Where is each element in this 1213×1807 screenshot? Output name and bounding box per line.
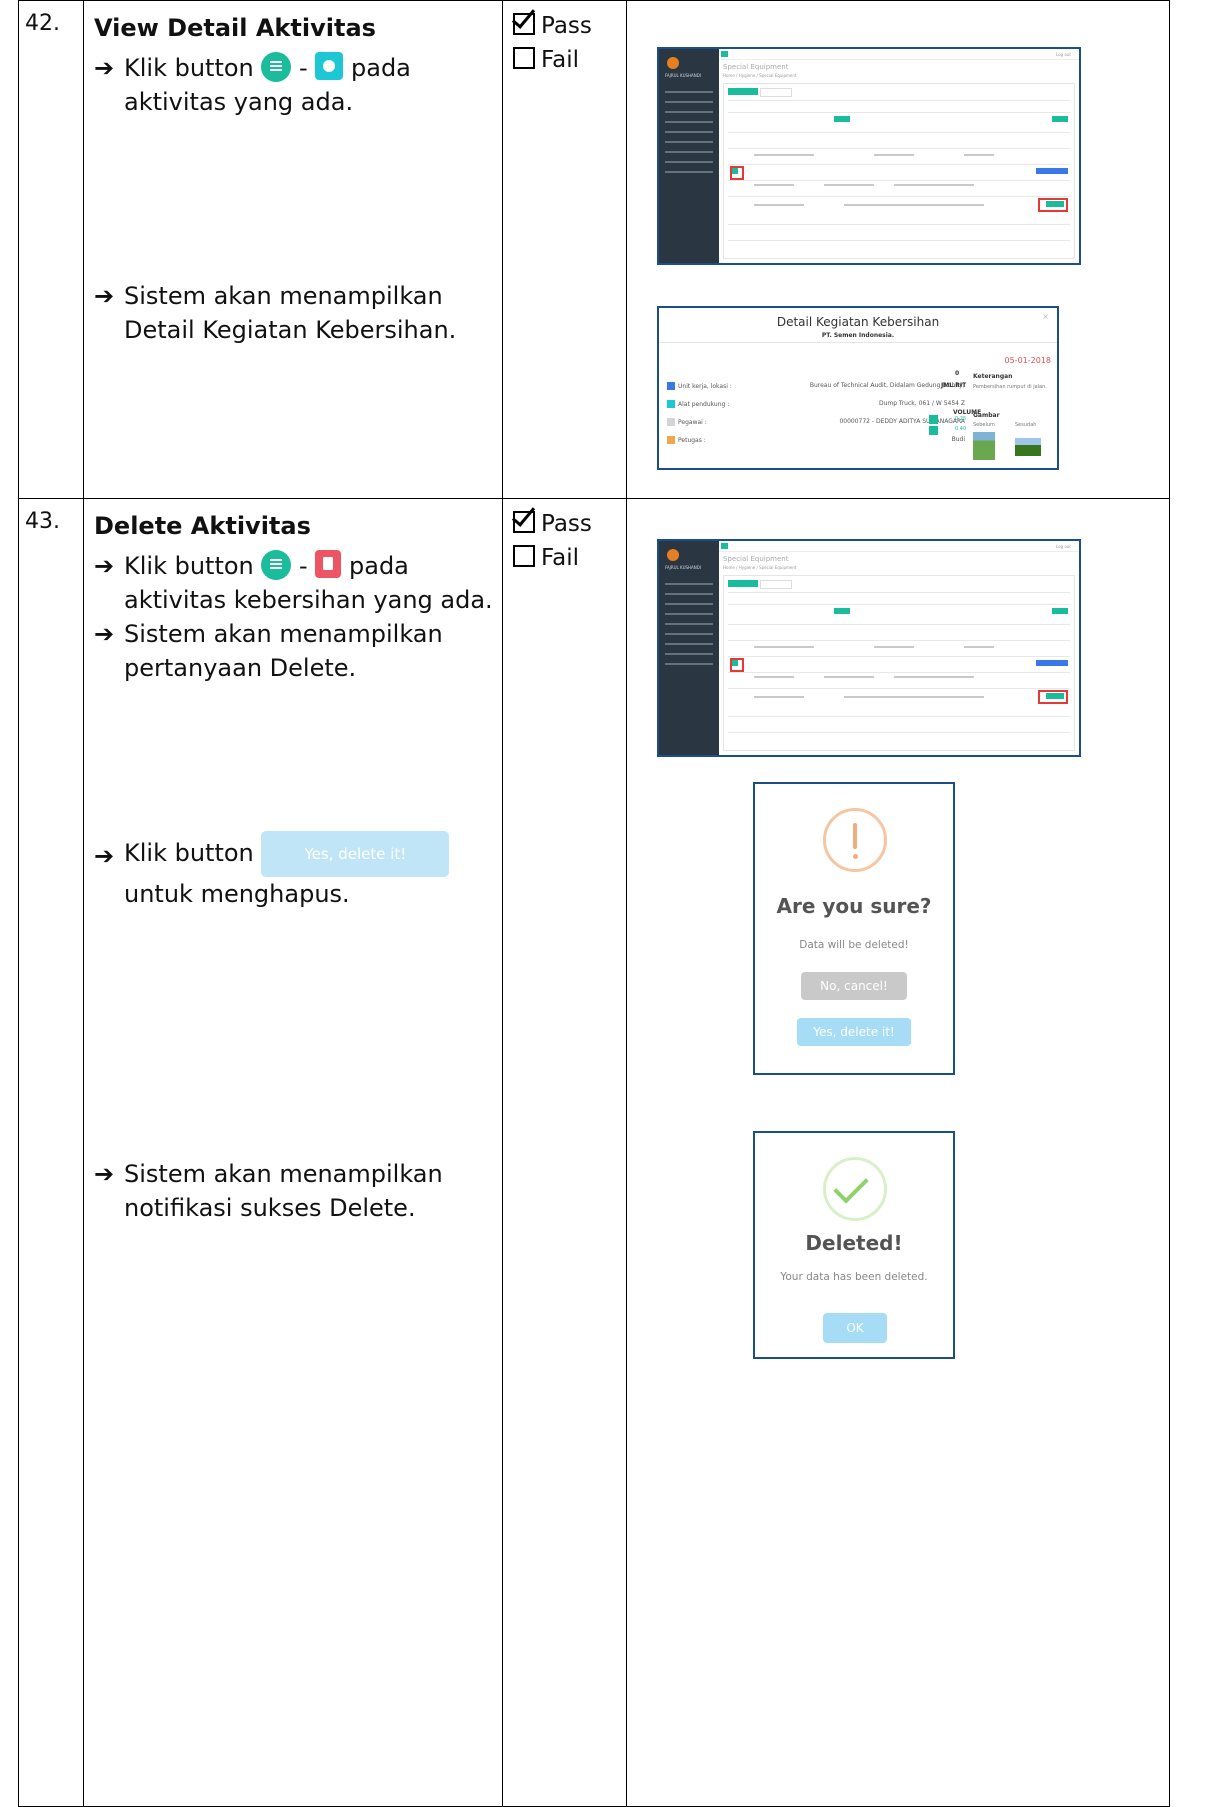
pass-option[interactable]: Pass bbox=[513, 9, 626, 43]
step-cell: Delete Aktivitas ➔ Klik button - pada ak… bbox=[83, 498, 503, 1807]
arrow-icon: ➔ bbox=[94, 54, 115, 82]
step-title: View Detail Aktivitas bbox=[94, 14, 376, 42]
menu-toggle-icon bbox=[721, 51, 728, 57]
screenshot-cell: FAJRUL KUSHANDI Log out Special Equipmen… bbox=[626, 0, 1170, 499]
logo-icon bbox=[667, 549, 679, 561]
step-cell: View Detail Aktivitas ➔ Klik button - pa… bbox=[83, 0, 503, 499]
ok-button[interactable]: OK bbox=[823, 1313, 887, 1343]
step-line: ➔ Klik button - pada aktivitas kebersiha… bbox=[94, 549, 502, 617]
step-line: ➔ Sistem akan menampilkan pertanyaan Del… bbox=[94, 617, 502, 685]
detail-title: Detail Kegiatan Kebersihan bbox=[776, 315, 940, 329]
yes-delete-button-sample: Yes, delete it! bbox=[261, 831, 450, 877]
close-icon[interactable]: × bbox=[1042, 312, 1049, 321]
eye-button-icon bbox=[315, 52, 344, 80]
step-line: ➔ Sistem akan menampilkan Detail Kegiata… bbox=[94, 279, 502, 347]
result-cell: Pass Fail bbox=[502, 498, 627, 1807]
confirm-text: Data will be deleted! bbox=[799, 939, 909, 951]
content-panel bbox=[723, 575, 1075, 751]
truck-icon bbox=[667, 400, 675, 408]
row-number: 42. bbox=[18, 0, 84, 499]
arrow-icon: ➔ bbox=[94, 842, 115, 870]
petugas-label: Petugas : bbox=[667, 436, 706, 444]
sidebar: FAJRUL KUSHANDI bbox=[659, 49, 719, 263]
user-icon bbox=[667, 418, 675, 426]
result-cell: Pass Fail bbox=[502, 0, 627, 499]
unchecked-box-icon bbox=[513, 545, 535, 567]
detail-date: 05-01-2018 bbox=[1004, 356, 1052, 365]
arrow-icon: ➔ bbox=[94, 282, 115, 310]
fail-option[interactable]: Fail bbox=[513, 541, 626, 575]
test-case-table: 42. View Detail Aktivitas ➔ Klik button … bbox=[18, 0, 1170, 1807]
step-line: ➔ Klik button Yes, delete it! untuk meng… bbox=[94, 831, 502, 911]
confirm-dialog: Are you sure? Data will be deleted! No, … bbox=[753, 782, 955, 1075]
trash-button-icon bbox=[315, 550, 342, 578]
confirm-title: Are you sure? bbox=[776, 894, 932, 918]
volume-icon bbox=[929, 426, 938, 435]
app-screenshot: FAJRUL KUSHANDI Log out Special Equipmen… bbox=[657, 539, 1081, 757]
step-line: ➔ Klik button - pada aktivitas yang ada. bbox=[94, 51, 502, 119]
arrow-icon: ➔ bbox=[94, 552, 115, 580]
step-title: Delete Aktivitas bbox=[94, 512, 311, 540]
warning-icon bbox=[823, 808, 887, 872]
worker-icon bbox=[667, 436, 675, 444]
pass-option[interactable]: Pass bbox=[513, 507, 626, 541]
unchecked-box-icon bbox=[513, 47, 535, 69]
arrow-icon: ➔ bbox=[94, 620, 115, 648]
checkmark-icon bbox=[823, 1157, 887, 1221]
fail-option[interactable]: Fail bbox=[513, 43, 626, 77]
sidebar: FAJRUL KUSHANDI bbox=[659, 541, 719, 755]
alat-label: Alat pendukung : bbox=[667, 400, 729, 408]
row-number: 43. bbox=[18, 498, 84, 1807]
success-text: Your data has been deleted. bbox=[780, 1271, 928, 1283]
unit-label: Unit kerja, lokasi : bbox=[667, 382, 732, 390]
pegawai-label: Pegawai : bbox=[667, 418, 707, 426]
success-title: Deleted! bbox=[805, 1231, 903, 1255]
before-photo bbox=[973, 432, 995, 460]
after-photo bbox=[1015, 438, 1041, 456]
checked-box-icon bbox=[513, 511, 535, 533]
test-row-43: 43. Delete Aktivitas ➔ Klik button - pad… bbox=[18, 498, 1170, 1807]
test-row-42: 42. View Detail Aktivitas ➔ Klik button … bbox=[18, 0, 1170, 499]
screenshot-cell: FAJRUL KUSHANDI Log out Special Equipmen… bbox=[626, 498, 1170, 1807]
app-screenshot: FAJRUL KUSHANDI Log out Special Equipmen… bbox=[657, 47, 1081, 265]
volume-icon bbox=[929, 415, 938, 424]
confirm-delete-button[interactable]: Yes, delete it! bbox=[797, 1018, 911, 1046]
success-dialog: Deleted! Your data has been deleted. OK bbox=[753, 1131, 955, 1359]
checked-box-icon bbox=[513, 13, 535, 35]
menu-toggle-icon bbox=[721, 543, 728, 549]
logo-icon bbox=[667, 57, 679, 69]
list-button-icon bbox=[261, 52, 292, 82]
cancel-button[interactable]: No, cancel! bbox=[801, 972, 907, 1000]
arrow-icon: ➔ bbox=[94, 1160, 115, 1188]
list-button-icon bbox=[261, 550, 292, 580]
step-line: ➔ Sistem akan menampilkan notifikasi suk… bbox=[94, 1157, 502, 1225]
building-icon bbox=[667, 382, 675, 390]
detail-modal: Detail Kegiatan Kebersihan PT. Semen Ind… bbox=[657, 306, 1059, 470]
detail-subtitle: PT. Semen Indonesia. bbox=[821, 332, 895, 339]
content-panel bbox=[723, 83, 1075, 259]
